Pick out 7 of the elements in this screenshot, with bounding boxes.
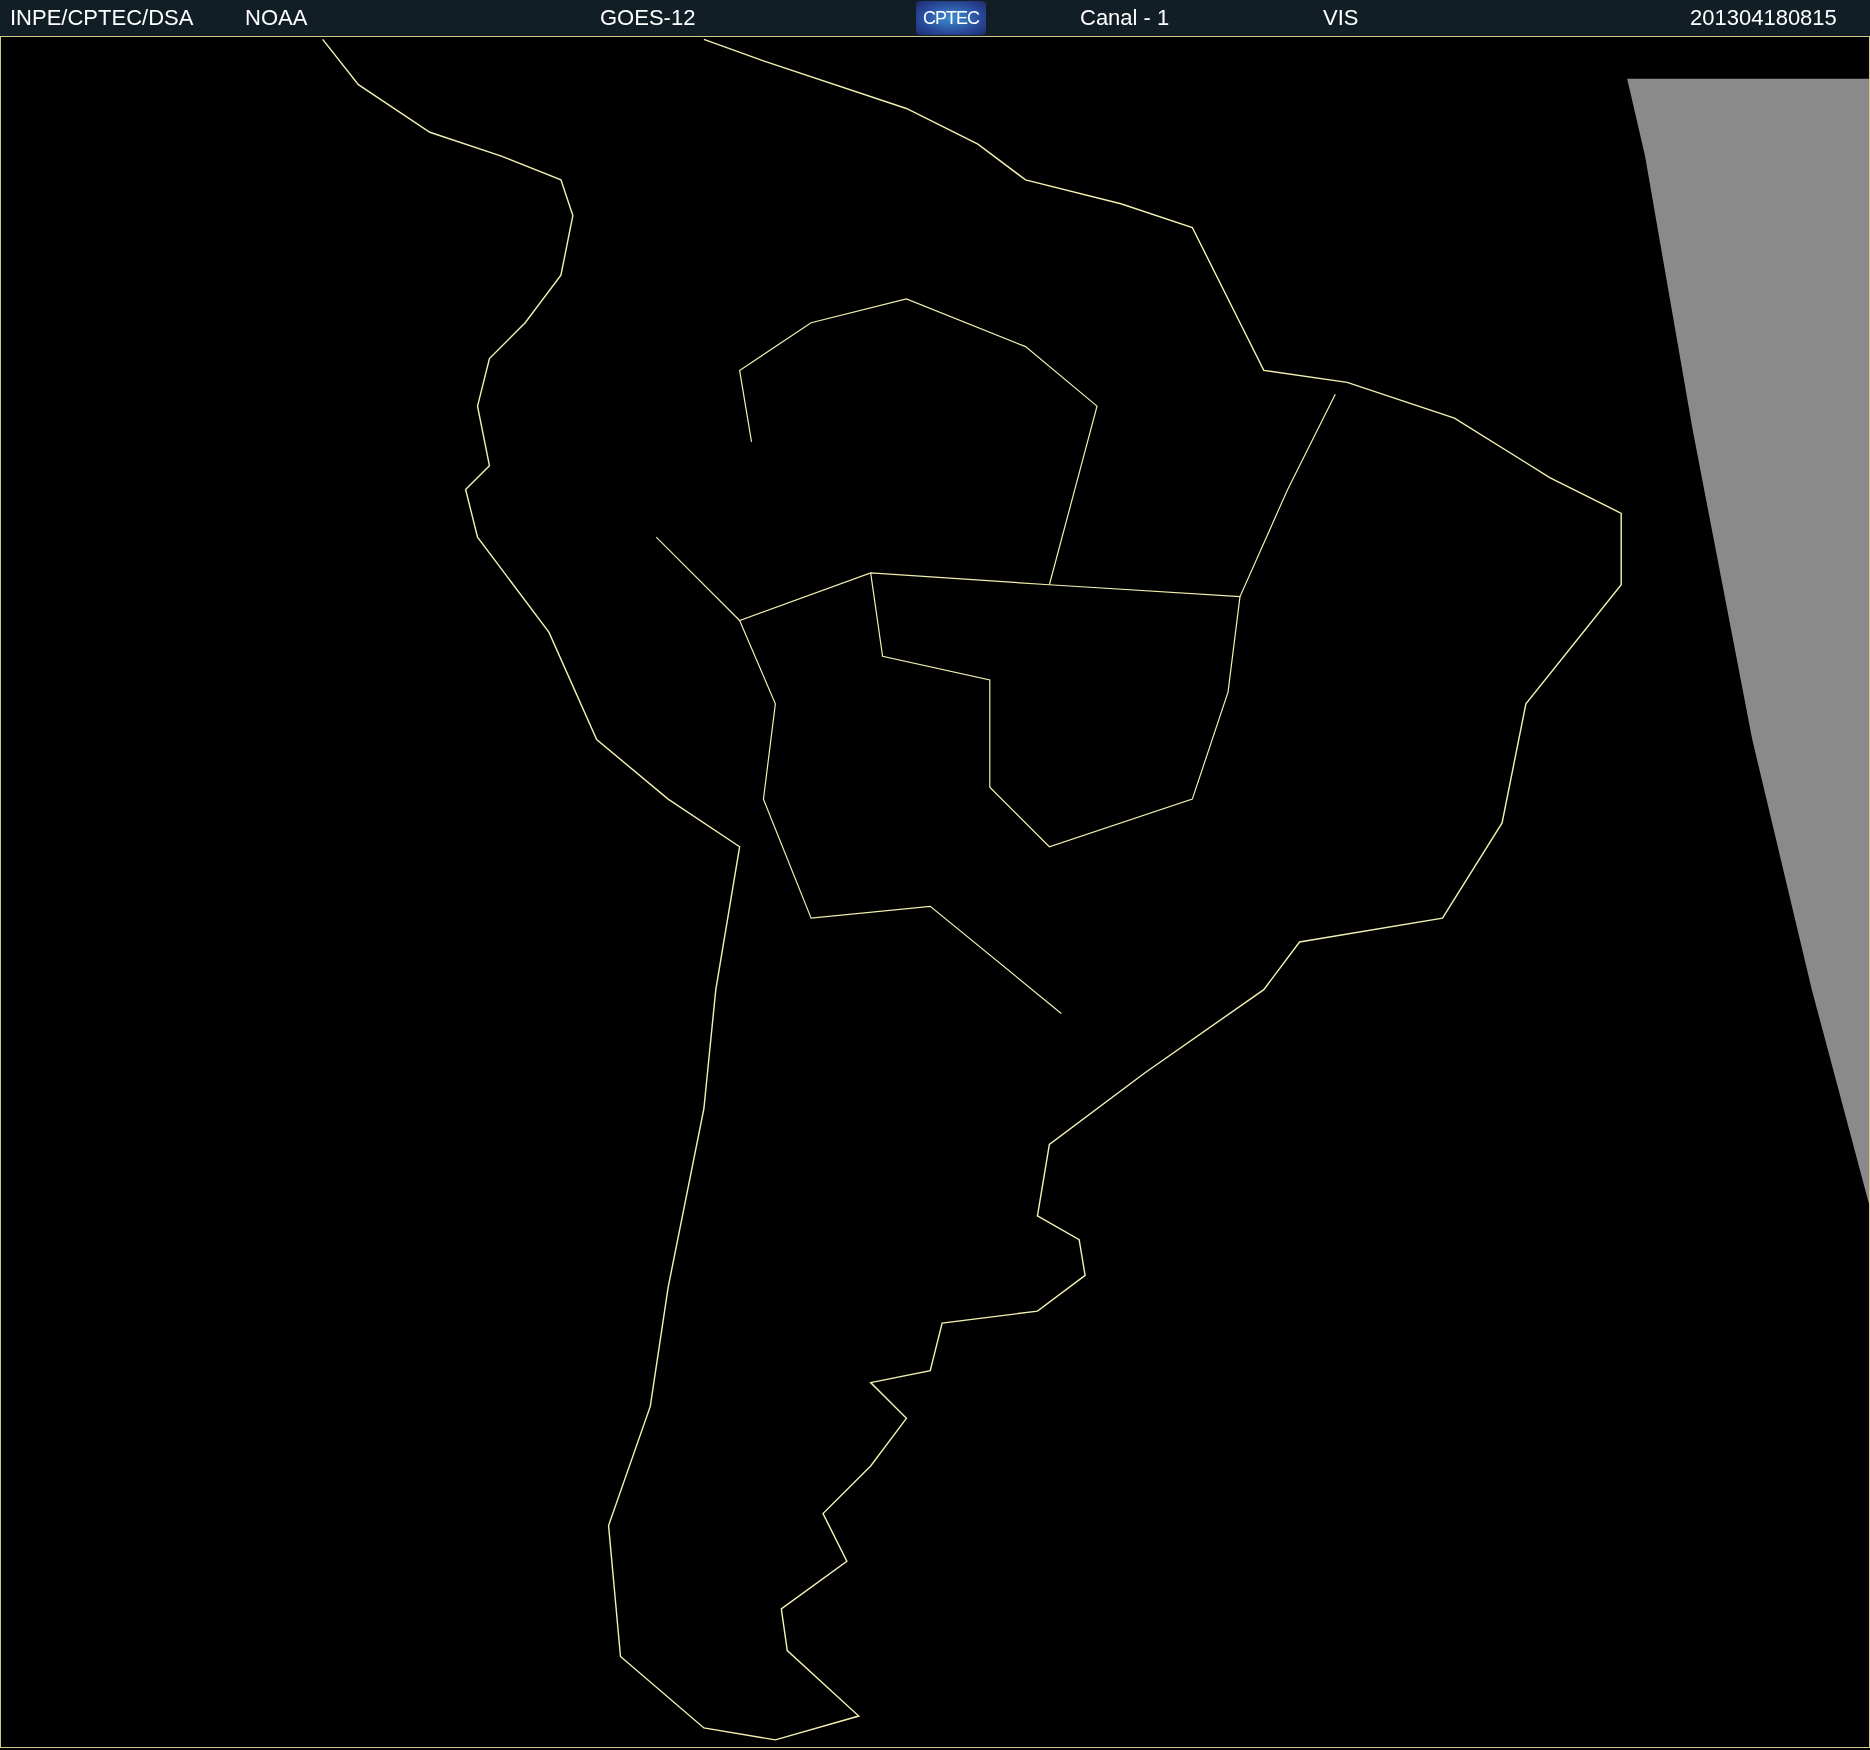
header-label: INPE/CPTEC/DSA: [10, 5, 195, 31]
header-label: Canal - 1: [1080, 5, 1171, 31]
header-label: VIS: [1323, 5, 1360, 31]
header-label: 201304180815: [1690, 5, 1837, 31]
header-label: NOAA: [245, 5, 309, 31]
header-label: GOES-12: [600, 5, 697, 31]
logo: CPTEC: [916, 1, 986, 35]
